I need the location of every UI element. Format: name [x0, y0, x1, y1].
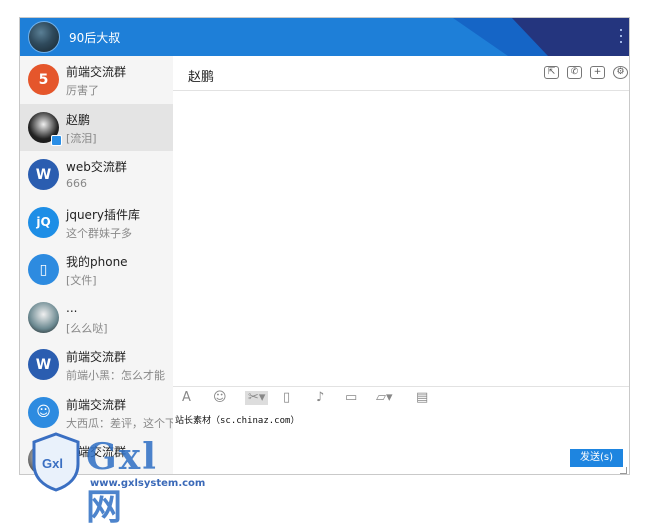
- conversation-last-message: 厉害了: [66, 84, 99, 97]
- shake-icon[interactable]: ▯: [283, 391, 290, 405]
- html5-icon: 5: [28, 64, 59, 95]
- add-member-icon[interactable]: +: [590, 66, 605, 79]
- conversation-last-message: [流泪]: [66, 131, 97, 145]
- history-icon[interactable]: ▤: [416, 391, 428, 405]
- conversation-name: jquery插件库: [66, 207, 140, 222]
- user-icon: ☺: [28, 396, 59, 428]
- screen-share-icon[interactable]: ⇱: [544, 66, 559, 79]
- avatar-photo: [28, 301, 59, 333]
- more-menu-icon[interactable]: [620, 29, 623, 45]
- conversation-name: web交流群: [66, 160, 127, 174]
- conversation-item[interactable]: ▯ 我的phone [文件]: [20, 246, 173, 294]
- conversation-name: 赵鹏: [66, 112, 91, 127]
- conversation-name: 前端交流群: [66, 350, 127, 364]
- conversation-last-message: [么么哒]: [66, 321, 108, 335]
- resize-handle[interactable]: [620, 467, 627, 474]
- conversation-item[interactable]: 赵鹏 [流泪]: [20, 103, 173, 151]
- title-bar: 90后大叔: [20, 18, 629, 56]
- message-input[interactable]: 站长素材（sc.chinaz.com）: [175, 413, 299, 426]
- watermark-logo: Gxl Gxl 网 www.gxlsystem.com: [30, 432, 210, 528]
- conversation-name: ...: [66, 300, 78, 315]
- web-logo: W: [28, 159, 59, 190]
- chat-header: 赵鹏 ⇱ ✆ + ⚙: [173, 56, 629, 91]
- chat-window: 90后大叔 5 前端交流群 厉害了 赵鹏 [流泪] Wweb交流群 666 jQ jquery插…: [19, 17, 630, 475]
- jq-logo: jQ: [28, 206, 59, 238]
- screenshot-icon[interactable]: ✂▾: [245, 391, 269, 405]
- conversation-item[interactable]: W 前端交流群前端小黑：怎么才能: [20, 341, 173, 389]
- conversation-last-message: 666: [66, 177, 87, 190]
- conversation-item[interactable]: ... [么么哒]: [20, 294, 173, 342]
- voice-icon[interactable]: ♪: [316, 391, 324, 405]
- send-button[interactable]: 发送(s): [570, 449, 623, 467]
- conversation-item[interactable]: Wweb交流群 666: [20, 151, 173, 199]
- chat-panel: 赵鹏 ⇱ ✆ + ⚙ A ☺ ✂▾ ▯ ♪ ▭ ▱▾ ▤ 站长素材（sc.chi…: [173, 56, 629, 474]
- user-avatar[interactable]: [28, 21, 60, 53]
- emoji-icon[interactable]: ☺: [213, 391, 227, 405]
- conversation-item[interactable]: ☺ 前端交流群大西瓜：差评，这个下: [20, 389, 173, 437]
- chat-title: 赵鹏: [188, 70, 215, 85]
- phone-icon: ▯: [28, 254, 59, 285]
- input-toolbar: A ☺ ✂▾ ▯ ♪ ▭ ▱▾ ▤: [173, 386, 629, 409]
- conversation-last-message: [文件]: [66, 274, 97, 287]
- conversation-item[interactable]: jQ jquery插件库 这个群妹子多: [20, 199, 173, 247]
- conversation-last-message: 这个群妹子多: [66, 226, 132, 240]
- conversation-name: 前端交流群: [66, 397, 127, 412]
- svg-text:Gxl: Gxl: [42, 456, 63, 471]
- user-name: 90后大叔: [69, 31, 121, 45]
- settings-icon[interactable]: ⚙: [613, 66, 628, 79]
- conversation-last-message: 前端小黑：怎么才能: [66, 369, 165, 382]
- font-icon[interactable]: A: [182, 391, 191, 405]
- conversation-name: 前端交流群: [66, 65, 127, 79]
- phone-call-icon[interactable]: ✆: [567, 66, 582, 79]
- web-logo: W: [28, 349, 59, 380]
- message-area: [173, 91, 629, 385]
- conversation-list[interactable]: 5 前端交流群 厉害了 赵鹏 [流泪] Wweb交流群 666 jQ jquery插件库 这个群妹…: [20, 56, 173, 474]
- conversation-item[interactable]: 5 前端交流群厉害了: [20, 56, 173, 104]
- conversation-name: 我的phone: [66, 255, 128, 269]
- watermark-url: www.gxlsystem.com: [90, 478, 206, 489]
- folder-icon[interactable]: ▱▾: [376, 391, 393, 405]
- conversation-last-message: 大西瓜：差评，这个下: [66, 416, 173, 430]
- shield-logo-icon: Gxl: [32, 432, 80, 492]
- online-status-badge: [51, 134, 62, 146]
- image-icon[interactable]: ▭: [345, 391, 357, 405]
